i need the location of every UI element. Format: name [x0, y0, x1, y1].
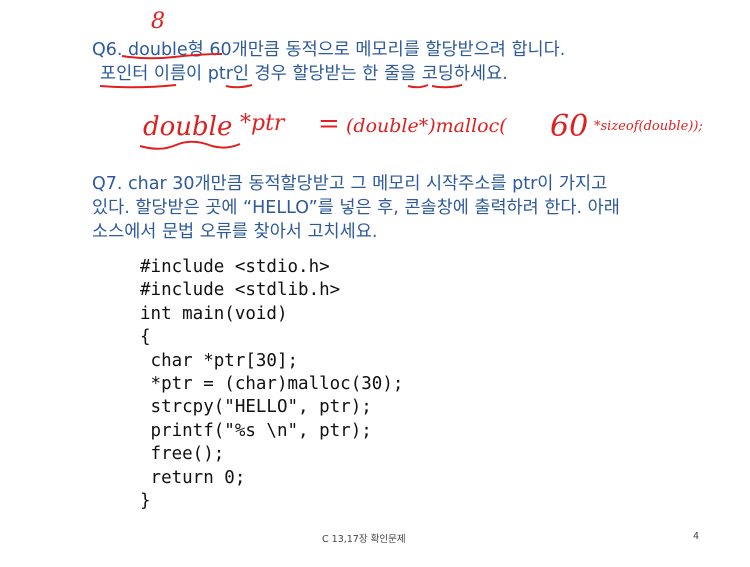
- code-block: #include <stdio.h> #include <stdlib.h> i…: [140, 256, 403, 513]
- answer-double: double: [143, 112, 232, 142]
- answer-sizeof: *sizeof(double));: [594, 119, 703, 134]
- slide: Q6. double형 60개만큼 동적으로 메모리를 할당받으려 합니다. 포…: [0, 0, 750, 567]
- answer-cast-malloc: (double*)malloc(: [346, 115, 507, 137]
- code-line: printf("%s \n", ptr);: [140, 420, 372, 441]
- code-line: int main(void): [140, 303, 288, 324]
- code-line: #include <stdlib.h>: [140, 280, 341, 301]
- footer-title: C 13,17장 확인문제: [322, 534, 406, 545]
- q7-line-2: 있다. 할당받은 곳에 “HELLO”를 넣은 후, 콘솔창에 출력하려 한다.…: [92, 198, 620, 218]
- answer-underline: [139, 140, 241, 150]
- answer-sixty: 60: [550, 109, 588, 144]
- answer-ptr: *ptr: [240, 111, 286, 136]
- code-line: return 0;: [140, 467, 246, 488]
- code-line: free();: [140, 444, 225, 465]
- handwritten-number: 8: [151, 9, 165, 34]
- q6-line-2: 포인터 이름이 ptr인 경우 할당받는 한 줄을 코딩하세요.: [100, 64, 508, 84]
- code-line: }: [140, 490, 151, 511]
- q6-line-1: Q6. double형 60개만큼 동적으로 메모리를 할당받으려 합니다.: [92, 40, 566, 60]
- code-line: strcpy("HELLO", ptr);: [140, 397, 372, 418]
- q7-line-3: 소스에서 문법 오류를 찾아서 고치세요.: [92, 222, 378, 242]
- code-line: char *ptr[30];: [140, 350, 299, 371]
- q7-line-1: Q7. char 30개만큼 동적할당받고 그 메모리 시작주소를 ptr이 가…: [92, 174, 608, 194]
- code-line: *ptr = (char)malloc(30);: [140, 373, 404, 394]
- answer-equals: =: [318, 109, 340, 139]
- page-number: 4: [693, 531, 700, 542]
- code-line: #include <stdio.h>: [140, 257, 330, 277]
- code-line: {: [140, 327, 151, 348]
